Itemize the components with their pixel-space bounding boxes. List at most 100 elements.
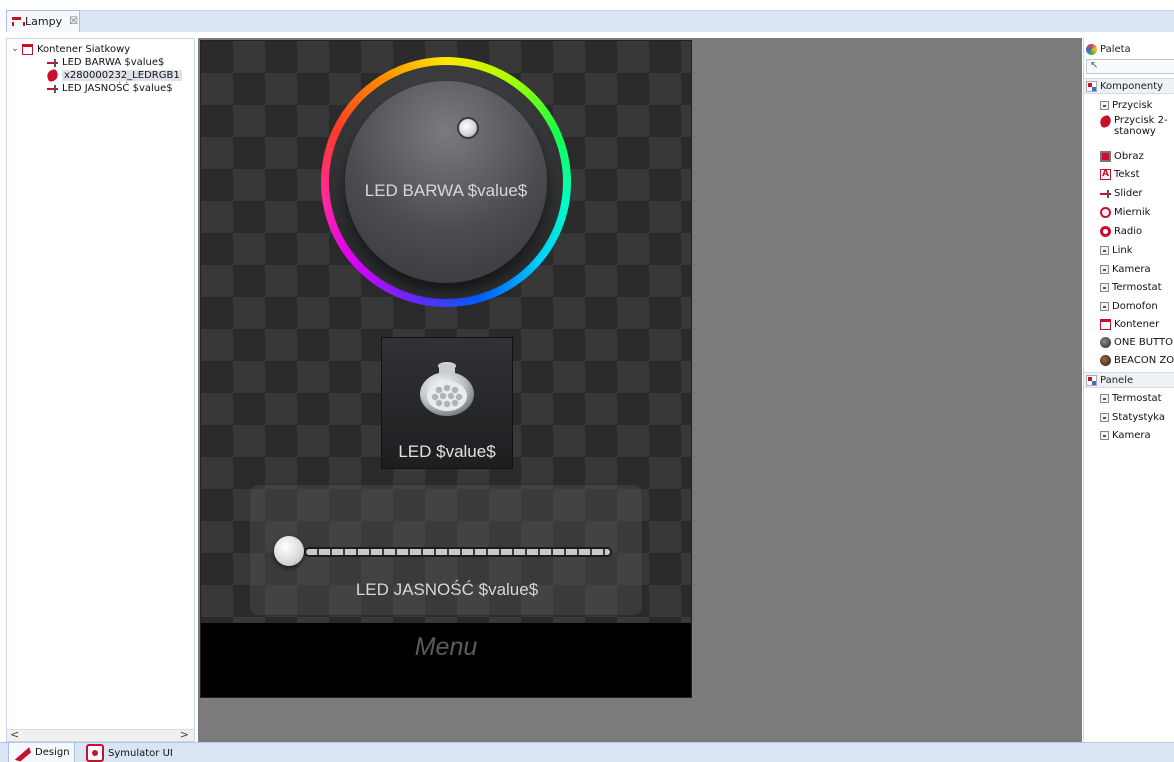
palette-item-label: Miernik — [1114, 206, 1151, 218]
palette-item-tekst[interactable]: A Tekst — [1100, 167, 1139, 181]
design-canvas[interactable]: LED BARWA $value$ LED $value$ LED JASNOŚ… — [198, 38, 1082, 742]
beacon-icon — [1100, 354, 1111, 366]
container-icon — [22, 43, 33, 55]
small-component-icon — [1100, 264, 1109, 274]
flame-icon — [1098, 114, 1113, 129]
chevron-down-icon[interactable]: ⌄ — [10, 44, 20, 55]
scroll-right-icon[interactable]: > — [180, 728, 189, 741]
scroll-left-icon[interactable]: < — [10, 728, 19, 741]
simulator-icon — [86, 744, 104, 762]
palette-item-radio[interactable]: Radio — [1100, 224, 1142, 238]
tab-design[interactable]: Design — [8, 743, 75, 762]
brightness-slider-label: LED JASNOŚĆ $value$ — [355, 580, 539, 599]
group-icon — [1086, 80, 1097, 92]
menu-bar[interactable]: Menu — [201, 623, 691, 697]
small-component-icon — [1100, 301, 1109, 311]
palette-item-link[interactable]: Link — [1100, 243, 1132, 257]
palette-item-panel-termostat[interactable]: Termostat — [1100, 391, 1162, 405]
container-icon — [1100, 318, 1111, 330]
slider-icon — [47, 57, 58, 68]
palette-title-label: Paleta — [1100, 43, 1131, 55]
brightness-slider-track[interactable] — [304, 547, 612, 557]
tree-horizontal-scrollbar[interactable]: < > — [7, 728, 194, 741]
palette-item-obraz[interactable]: Obraz — [1100, 149, 1144, 163]
slider-icon — [47, 83, 58, 94]
palette-item-label: Domofon — [1112, 300, 1158, 312]
tree-item-led-jasnosc[interactable]: LED JASNOŚĆ $value$ — [47, 82, 173, 94]
palette-item-panel-kamera[interactable]: Kamera — [1100, 428, 1151, 442]
one-button-icon — [1100, 336, 1111, 348]
palette-icon — [1086, 43, 1097, 55]
palette-item-kontener[interactable]: Kontener — [1100, 317, 1159, 331]
brightness-slider-ticks — [306, 549, 610, 555]
palette-item-label: ONE BUTTON — [1114, 336, 1174, 348]
palette-group-label: Komponenty — [1100, 80, 1164, 92]
palette-item-termostat[interactable]: Termostat — [1100, 280, 1162, 294]
tree-item-ledrgb1[interactable]: x280000232_LEDRGB1 — [45, 67, 182, 83]
palette-group-komponenty[interactable]: Komponenty — [1084, 78, 1174, 94]
dial-label: LED BARWA $value$ — [364, 181, 528, 200]
palette-group-panele[interactable]: Panele — [1084, 372, 1174, 388]
palette-item-label: Obraz — [1114, 150, 1144, 162]
tree-item-label: LED BARWA $value$ — [62, 56, 165, 68]
led-bulb-icon — [420, 362, 474, 416]
tree-item-label: LED JASNOŚĆ $value$ — [62, 82, 173, 94]
palette-item-panel-statystyka[interactable]: Statystyka — [1100, 410, 1165, 424]
led-toggle-button[interactable]: LED $value$ — [381, 337, 513, 469]
tree-item-led-barwa[interactable]: LED BARWA $value$ — [47, 56, 164, 68]
text-icon: A — [1100, 168, 1111, 180]
brightness-slider-thumb[interactable] — [274, 536, 304, 566]
small-component-icon — [1100, 245, 1109, 255]
tab-design-label: Design — [35, 747, 70, 758]
palette-item-label: Przycisk — [1112, 99, 1153, 111]
image-icon — [1100, 150, 1111, 162]
palette-item-label: Radio — [1114, 225, 1143, 237]
bottom-tab-bar: Design Symulator UI — [0, 742, 1174, 762]
palette-item-label: Kamera — [1112, 263, 1151, 275]
palette-item-label: Link — [1112, 244, 1133, 256]
phone-preview: LED BARWA $value$ LED $value$ LED JASNOŚ… — [200, 40, 692, 698]
small-component-icon — [1100, 100, 1109, 110]
palette-item-label: Termostat — [1112, 392, 1162, 404]
palette-item-one-button[interactable]: ONE BUTTON — [1100, 335, 1174, 349]
palette-item-label: Slider — [1114, 187, 1143, 199]
palette-title: Paleta — [1086, 42, 1131, 56]
brightness-slider-panel: LED JASNOŚĆ $value$ — [249, 484, 643, 616]
palette-item-miernik[interactable]: Miernik — [1100, 205, 1150, 219]
small-component-icon — [1100, 282, 1109, 292]
palette-item-slider[interactable]: Slider — [1100, 186, 1143, 200]
tab-strip — [6, 10, 1174, 32]
palette-item-domofon[interactable]: Domofon — [1100, 299, 1158, 313]
palette-item-kamera[interactable]: Kamera — [1100, 262, 1151, 276]
palette-item-przycisk[interactable]: Przycisk — [1100, 98, 1152, 112]
palette-group-label: Panele — [1100, 374, 1134, 386]
tab-symulator-ui[interactable]: Symulator UI — [82, 743, 177, 762]
select-arrow-icon: ↖ — [1090, 60, 1099, 71]
tab-lampy[interactable]: Lampy ☒ — [6, 10, 80, 32]
slider-icon — [1100, 188, 1111, 199]
tab-lampy-label: Lampy — [25, 15, 63, 28]
palette-item-beacon-zone[interactable]: BEACON ZONE — [1100, 353, 1174, 367]
tree-root-kontener-siatkowy[interactable]: ⌄ Kontener Siatkowy — [10, 43, 130, 55]
palette-item-przycisk-2-stanowy[interactable]: Przycisk 2-stanowy — [1098, 114, 1174, 139]
small-component-icon — [1100, 393, 1109, 403]
led-button-label: LED $value$ — [398, 442, 496, 461]
palette-select-tool[interactable]: ↖ — [1086, 59, 1174, 74]
palette-item-label: Kontener — [1114, 318, 1160, 330]
outline-tree: ⌄ Kontener Siatkowy LED BARWA $value$ x2… — [6, 38, 195, 742]
group-icon — [1086, 374, 1097, 386]
tree-root-label: Kontener Siatkowy — [37, 43, 131, 55]
small-component-icon — [1100, 430, 1109, 440]
lampy-icon — [11, 16, 25, 27]
radio-icon — [1100, 225, 1111, 237]
palette-item-label: Tekst — [1114, 168, 1140, 180]
palette-item-label: Termostat — [1112, 281, 1162, 293]
close-tab-icon[interactable]: ☒ — [69, 16, 78, 27]
tab-symulator-label: Symulator UI — [108, 747, 173, 759]
tree-item-label: x280000232_LEDRGB1 — [62, 69, 182, 81]
menu-label: Menu — [414, 633, 478, 661]
small-component-icon — [1100, 412, 1109, 422]
palette-item-label: Kamera — [1112, 429, 1151, 441]
meter-icon — [1100, 206, 1111, 218]
design-icon — [14, 747, 31, 762]
